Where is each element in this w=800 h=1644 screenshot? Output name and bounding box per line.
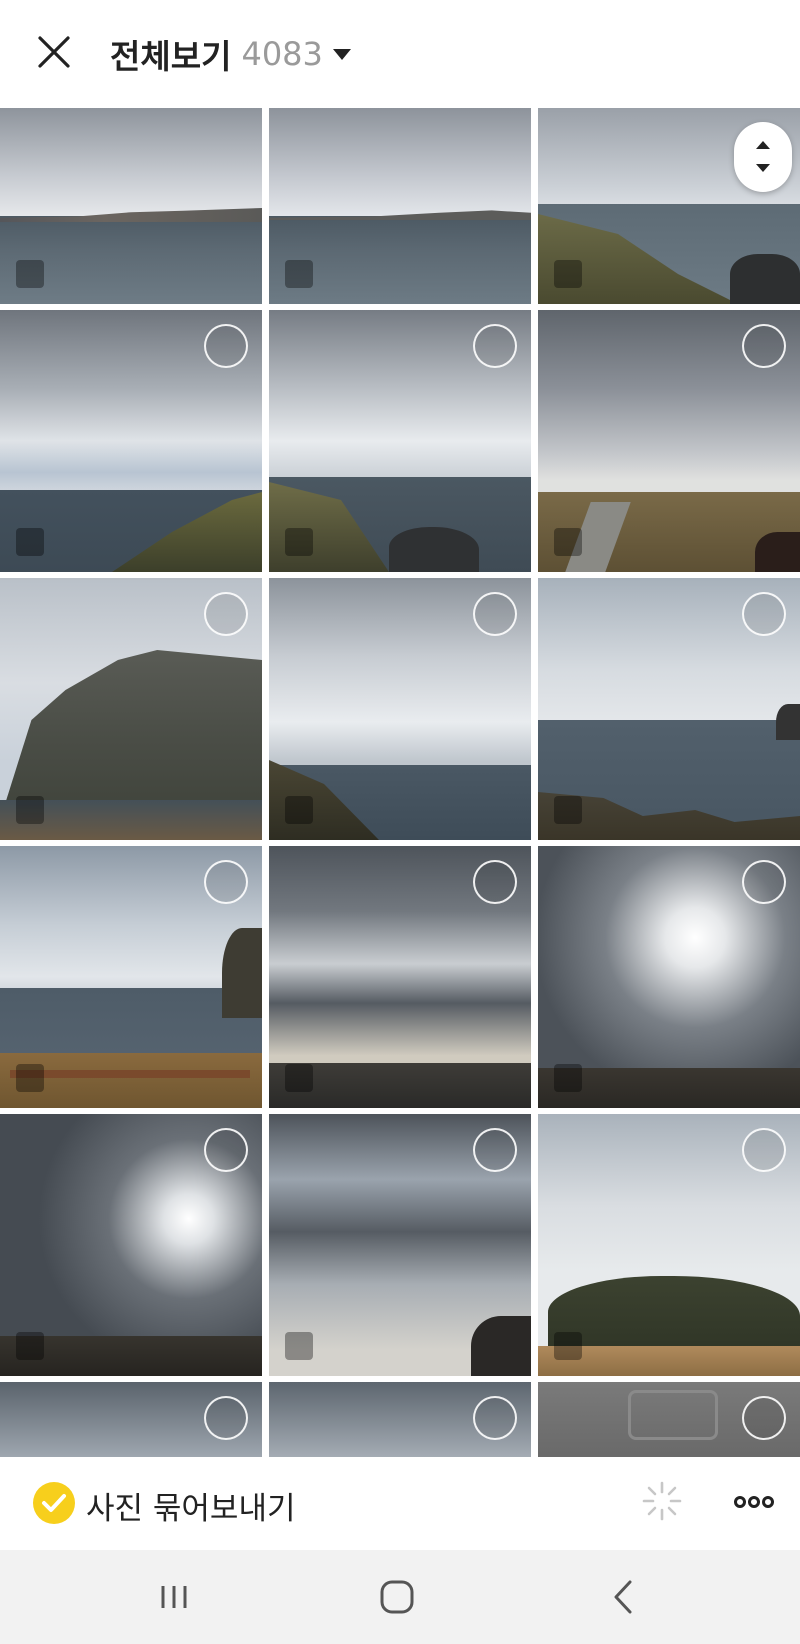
checkmark-icon [42,1494,66,1512]
photo-thumbnail[interactable] [0,108,262,304]
photo-thumbnail[interactable] [538,578,800,840]
expand-icon[interactable] [554,796,582,824]
select-circle[interactable] [742,860,786,904]
photo-thumbnail[interactable] [538,310,800,572]
top-bar: 전체보기 4083 [0,0,800,108]
photo-thumbnail[interactable] [0,578,262,840]
expand-icon[interactable] [16,1064,44,1092]
caret-down-icon [332,48,351,60]
magic-enhance-icon[interactable] [640,1479,684,1523]
select-circle[interactable] [742,592,786,636]
select-circle[interactable] [742,324,786,368]
bundle-checkbox[interactable] [33,1482,75,1524]
select-circle[interactable] [473,860,517,904]
select-circle[interactable] [742,1128,786,1172]
photo-thumbnail[interactable] [269,578,531,840]
expand-icon[interactable] [554,260,582,288]
photo-thumbnail[interactable] [269,1114,531,1376]
select-circle[interactable] [473,324,517,368]
expand-icon[interactable] [285,260,313,288]
home-icon[interactable] [372,1574,422,1620]
photo-thumbnail[interactable] [269,1382,531,1457]
photo-thumbnail[interactable] [0,1382,262,1457]
system-nav-bar [0,1550,800,1644]
select-circle[interactable] [204,324,248,368]
album-dropdown[interactable]: 전체보기 4083 [110,30,351,78]
photo-thumbnail[interactable] [538,1114,800,1376]
expand-icon[interactable] [285,1332,313,1360]
photo-thumbnail[interactable] [0,310,262,572]
photo-thumbnail[interactable] [538,846,800,1108]
scroll-arrows-icon [756,141,770,172]
fast-scroll-handle[interactable] [734,122,792,192]
select-circle[interactable] [204,1128,248,1172]
bundle-send-label: 사진 묶어보내기 [86,1491,296,1527]
photo-thumbnail[interactable] [538,1382,800,1457]
expand-icon[interactable] [285,1064,313,1092]
photo-count: 4083 [241,35,323,73]
close-icon[interactable] [34,32,74,72]
expand-icon[interactable] [285,796,313,824]
expand-icon[interactable] [554,528,582,556]
expand-icon[interactable] [285,528,313,556]
album-title: 전체보기 [110,37,232,76]
expand-icon[interactable] [16,260,44,288]
select-circle[interactable] [204,1396,248,1440]
select-circle[interactable] [742,1396,786,1440]
expand-icon[interactable] [16,796,44,824]
expand-icon[interactable] [554,1064,582,1092]
photo-grid [0,108,800,1457]
photo-thumbnail[interactable] [269,846,531,1108]
select-circle[interactable] [473,1128,517,1172]
select-circle[interactable] [204,592,248,636]
more-options-icon[interactable] [732,1487,776,1517]
recent-apps-icon[interactable] [149,1574,199,1620]
bottom-action-bar: 사진 묶어보내기 [0,1457,800,1550]
photo-thumbnail[interactable] [0,846,262,1108]
select-circle[interactable] [473,592,517,636]
photo-thumbnail[interactable] [0,1114,262,1376]
back-icon[interactable] [600,1574,650,1620]
photo-thumbnail[interactable] [269,108,531,304]
expand-icon[interactable] [554,1332,582,1360]
photo-thumbnail[interactable] [269,310,531,572]
select-circle[interactable] [204,860,248,904]
expand-icon[interactable] [16,1332,44,1360]
expand-icon[interactable] [16,528,44,556]
select-circle[interactable] [473,1396,517,1440]
